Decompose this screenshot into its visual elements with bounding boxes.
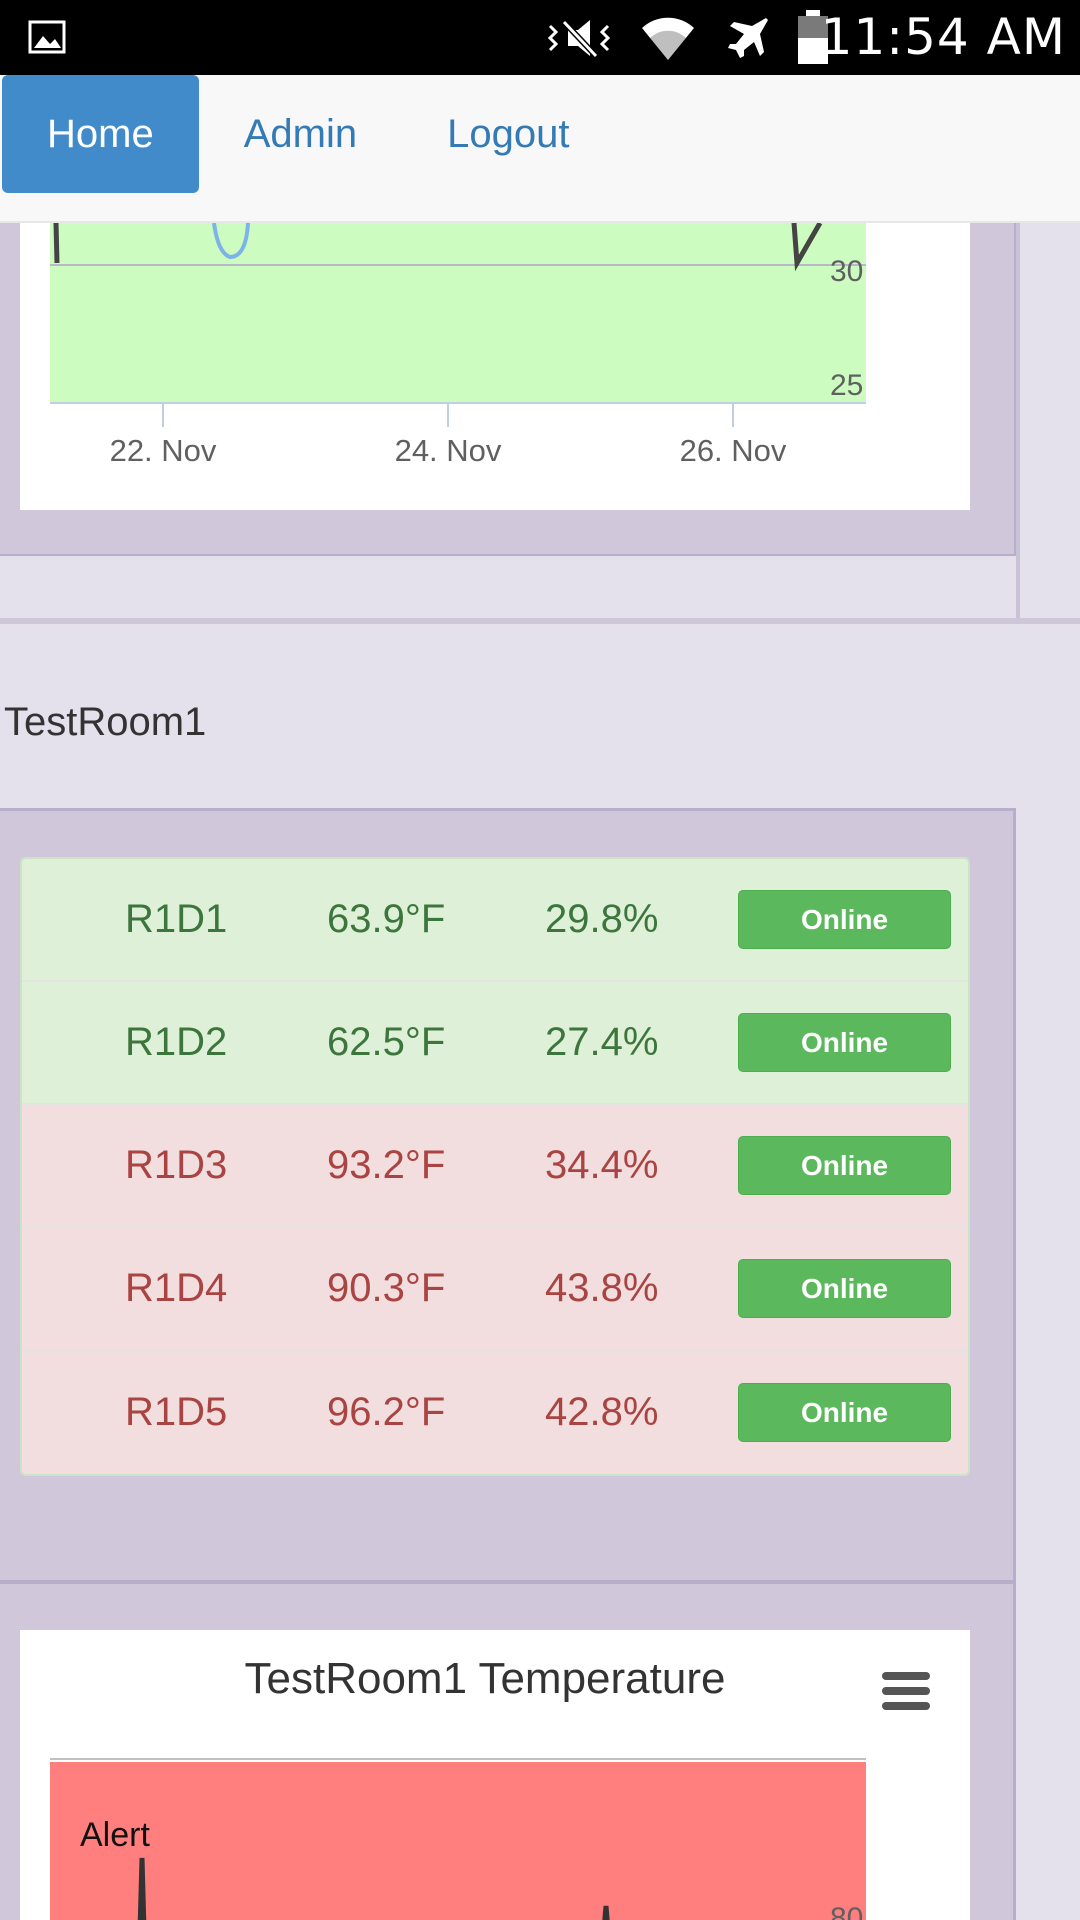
- device-humidity: 42.8%: [545, 1390, 659, 1434]
- mute-icon: [547, 19, 611, 59]
- clock: 11:54 AM: [820, 8, 1066, 66]
- section-divider: [0, 618, 1080, 624]
- plot-band-normal: [50, 223, 866, 403]
- status-bar: 11:54 AM: [0, 0, 1080, 75]
- room-title: TestRoom1: [4, 700, 207, 744]
- humidity-chart-svg: 30 25 22. Nov 24. Nov 26. Nov: [50, 221, 866, 468]
- device-temperature: 96.2°F: [327, 1390, 446, 1434]
- device-row[interactable]: R1D5 96.2°F 42.8% Online: [22, 1351, 968, 1474]
- device-row[interactable]: R1D4 90.3°F 43.8% Online: [22, 1228, 968, 1351]
- plot-band-alert: [50, 1762, 866, 1920]
- nav-admin[interactable]: Admin: [199, 75, 402, 193]
- y-tick-30: 30: [830, 255, 863, 288]
- x-tick-label: 24. Nov: [395, 433, 502, 468]
- series-line: [602, 1905, 610, 1920]
- status-icons: [544, 10, 830, 66]
- device-temperature: 90.3°F: [327, 1266, 446, 1310]
- x-tick-label: 22. Nov: [110, 433, 217, 468]
- navbar: Home Admin Logout: [0, 75, 1080, 223]
- chart-title: TestRoom1 Temperature: [244, 1654, 726, 1703]
- y-tick-25: 25: [830, 369, 863, 402]
- chart-menu-icon[interactable]: [880, 1670, 932, 1712]
- device-humidity: 29.8%: [545, 897, 659, 941]
- status-online-button[interactable]: Online: [738, 890, 951, 949]
- plot-band-label: Alert: [80, 1816, 150, 1854]
- device-temperature: 62.5°F: [327, 1020, 446, 1064]
- device-name: R1D5: [125, 1390, 228, 1434]
- status-online-button[interactable]: Online: [738, 1136, 951, 1195]
- device-temperature: 93.2°F: [327, 1143, 446, 1187]
- device-name: R1D4: [125, 1266, 228, 1310]
- status-online-button[interactable]: Online: [738, 1383, 951, 1442]
- status-online-button[interactable]: Online: [738, 1259, 951, 1318]
- device-humidity: 34.4%: [545, 1143, 659, 1187]
- device-panel: R1D1 63.9°F 29.8% Online R1D2 62.5°F 27.…: [0, 808, 1016, 1580]
- wifi-icon: [642, 17, 694, 60]
- image-notification-icon: [28, 20, 66, 54]
- device-row[interactable]: R1D3 93.2°F 34.4% Online: [22, 1105, 968, 1228]
- device-row[interactable]: R1D1 63.9°F 29.8% Online: [22, 859, 968, 982]
- temperature-chart: TestRoom1 Temperature Alert 80: [20, 1630, 970, 1920]
- series-line-dark-start: [53, 222, 60, 264]
- nav-home[interactable]: Home: [2, 75, 199, 193]
- status-online-button[interactable]: Online: [738, 1013, 951, 1072]
- device-temperature: 63.9°F: [327, 897, 446, 941]
- device-humidity: 43.8%: [545, 1266, 659, 1310]
- device-table: R1D1 63.9°F 29.8% Online R1D2 62.5°F 27.…: [20, 857, 970, 1476]
- device-name: R1D2: [125, 1020, 228, 1064]
- device-humidity: 27.4%: [545, 1020, 659, 1064]
- temperature-chart-panel: TestRoom1 Temperature Alert 80: [0, 1580, 1016, 1920]
- device-row[interactable]: R1D2 62.5°F 27.4% Online: [22, 982, 968, 1105]
- device-name: R1D3: [125, 1143, 228, 1187]
- airplane-mode-icon: [728, 18, 768, 58]
- device-name: R1D1: [125, 897, 228, 941]
- humidity-chart: 30 25 22. Nov 24. Nov 26. Nov: [20, 221, 970, 510]
- nav-logout[interactable]: Logout: [402, 75, 614, 193]
- panel-edge: [1016, 223, 1020, 618]
- temperature-chart-svg: Alert 80: [50, 1758, 866, 1920]
- humidity-chart-panel: 30 25 22. Nov 24. Nov 26. Nov: [0, 221, 1016, 556]
- x-tick-label: 26. Nov: [680, 433, 787, 468]
- series-line: [137, 1857, 147, 1920]
- y-tick-80: 80: [830, 1902, 863, 1920]
